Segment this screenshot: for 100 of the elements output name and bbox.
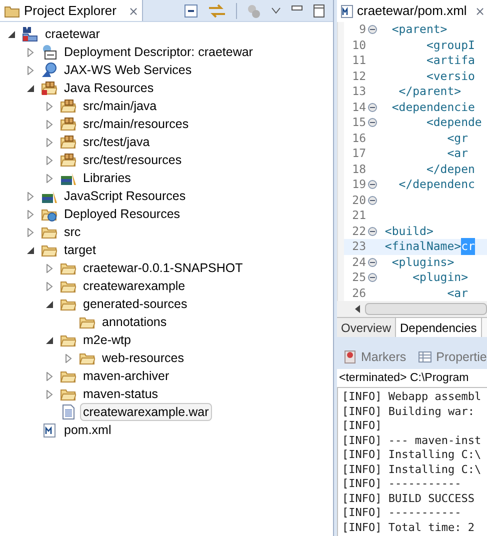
tree-item[interactable]: Deployed Resources — [61, 205, 184, 223]
view-tab[interactable]: Propertie — [418, 348, 487, 366]
tree-item[interactable]: Java Resources — [61, 79, 157, 97]
close-icon[interactable]: ⨯ — [128, 2, 138, 20]
code-line: </dependenc — [398, 176, 475, 194]
tree-item[interactable]: Libraries — [80, 169, 134, 187]
console-line: [INFO] Installing C:\ — [342, 462, 482, 477]
code-line: <finalName> — [384, 238, 462, 256]
tree-item[interactable]: JavaScript Resources — [61, 187, 189, 205]
tree-item[interactable]: JAX-WS Web Services — [61, 61, 195, 79]
horizontal-scrollbar[interactable] — [365, 303, 487, 315]
pom-file-icon — [341, 4, 353, 18]
fold-icon[interactable] — [368, 196, 376, 205]
markers-icon — [343, 350, 357, 364]
editor-tab[interactable]: craetewar/pom.xml ⨯ — [337, 0, 487, 22]
console-line: [INFO] BUILD SUCCESS — [342, 492, 476, 506]
tree-item[interactable]: web-resources — [99, 349, 187, 367]
maximize-icon[interactable] — [313, 4, 325, 18]
expand-arrow-icon[interactable] — [46, 138, 54, 146]
tree-item[interactable]: annotations — [99, 313, 170, 331]
line-number: 20 — [351, 192, 366, 209]
line-number: 19 — [351, 176, 366, 194]
tree-item[interactable]: Deployment Descriptor: craetewar — [61, 43, 256, 61]
tree-item[interactable]: maven-archiver — [80, 367, 172, 385]
code-line: <artifa — [425, 52, 475, 70]
line-number: 25 — [351, 269, 366, 286]
tree-item[interactable]: src/test/java — [80, 133, 153, 151]
tree-item[interactable]: craetewar — [42, 25, 103, 43]
line-number: 26 — [351, 284, 366, 302]
line-number: 16 — [351, 130, 366, 147]
scroll-left-icon[interactable] — [355, 305, 361, 313]
tree-item[interactable]: src — [61, 223, 84, 241]
view-tab[interactable]: Markers — [343, 348, 406, 366]
close-icon[interactable]: ⨯ — [474, 2, 485, 20]
collapse-arrow-icon[interactable] — [46, 336, 54, 344]
selected-text: cr — [461, 238, 475, 256]
code-line: </parent> — [398, 83, 462, 100]
line-number: 21 — [351, 207, 366, 224]
expand-arrow-icon[interactable] — [46, 120, 54, 128]
tree-item[interactable]: src/main/java — [80, 97, 160, 115]
descriptor-icon — [41, 44, 57, 60]
console-line: [INFO] Total time: 2 — [342, 520, 476, 535]
tree-item[interactable]: m2e-wtp — [80, 331, 134, 349]
collapse-arrow-icon[interactable] — [8, 30, 16, 38]
expand-arrow-icon[interactable] — [27, 210, 35, 218]
editor-page-tab[interactable]: Dependencies — [396, 318, 482, 337]
expand-arrow-icon[interactable] — [46, 174, 54, 182]
expand-arrow-icon[interactable] — [46, 390, 54, 398]
fold-icon[interactable] — [368, 25, 376, 34]
view-menu-icon[interactable] — [271, 6, 281, 14]
expand-arrow-icon[interactable] — [27, 48, 35, 56]
fold-icon[interactable] — [368, 180, 376, 190]
expand-arrow-icon[interactable] — [27, 66, 35, 74]
fold-icon[interactable] — [368, 258, 376, 267]
console-line: [INFO] Installing C:\ — [342, 448, 482, 462]
line-number: 24 — [351, 254, 366, 271]
tree-item[interactable]: createwarexample — [80, 277, 188, 295]
tree-item[interactable]: maven-status — [80, 385, 162, 403]
line-number: 18 — [351, 160, 366, 178]
code-line: <dependencie — [390, 98, 475, 116]
expand-arrow-icon[interactable] — [46, 264, 54, 272]
tree-item[interactable]: generated-sources — [80, 295, 190, 313]
code-line: <plugin> — [412, 269, 468, 286]
tree-item[interactable]: target — [61, 241, 99, 259]
folder-icon — [4, 4, 20, 18]
explorer-tab[interactable]: Project Explorer ⨯ — [0, 0, 144, 21]
expand-arrow-icon[interactable] — [27, 192, 35, 200]
tree-item[interactable]: src/test/resources — [80, 151, 185, 169]
expand-arrow-icon[interactable] — [65, 354, 73, 362]
tree-item[interactable]: pom.xml — [61, 421, 114, 439]
expand-arrow-icon[interactable] — [46, 282, 54, 290]
expand-arrow-icon[interactable] — [27, 228, 35, 236]
collapse-all-icon[interactable] — [184, 4, 198, 18]
package-folder-icon — [41, 80, 57, 96]
editor-page-tab[interactable]: Overview — [337, 318, 396, 337]
line-number: 11 — [351, 52, 366, 70]
tree-item[interactable]: src/main/resources — [80, 115, 192, 133]
line-number: 14 — [351, 98, 366, 116]
console-line: [INFO] Building war: — [342, 404, 476, 419]
expand-arrow-icon[interactable] — [46, 156, 54, 164]
code-line: <ar — [446, 284, 468, 302]
fold-icon[interactable] — [368, 118, 376, 128]
expand-arrow-icon[interactable] — [46, 102, 54, 110]
tree-item[interactable]: createwarexample.war — [80, 403, 212, 421]
code-line: <gr — [446, 130, 468, 147]
fold-icon[interactable] — [368, 102, 376, 112]
package-folder-icon — [60, 116, 76, 132]
code-line: <groupI — [425, 36, 475, 54]
tree-item[interactable]: craetewar-0.0.1-SNAPSHOT — [80, 259, 246, 277]
line-number: 15 — [351, 114, 366, 132]
expand-arrow-icon[interactable] — [46, 372, 54, 380]
collapse-arrow-icon[interactable] — [27, 84, 35, 92]
collapse-arrow-icon[interactable] — [46, 300, 54, 308]
fold-icon[interactable] — [368, 273, 376, 282]
collapse-arrow-icon[interactable] — [27, 246, 35, 254]
code-line: </depen — [425, 160, 475, 178]
console-line: [INFO] Webapp assembl — [342, 390, 482, 404]
code-line: <versio — [425, 68, 475, 85]
console-line: [INFO] ----------- — [342, 506, 462, 520]
fold-icon[interactable] — [368, 226, 376, 236]
